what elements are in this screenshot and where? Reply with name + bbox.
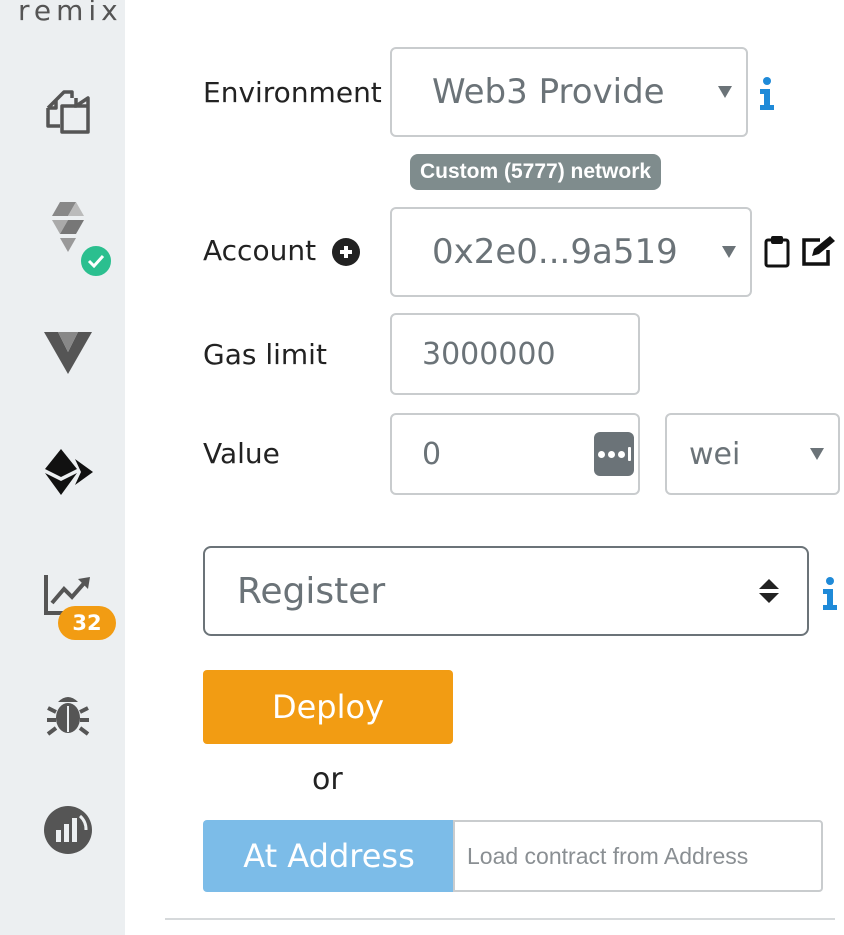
analysis-warning-count: 32	[58, 606, 116, 640]
remix-logo: remix	[18, 0, 123, 27]
settings-icon[interactable]	[40, 918, 96, 935]
gas-profiler-icon[interactable]	[40, 802, 96, 858]
gas-limit-input[interactable]: 3000000	[390, 313, 640, 395]
value-unit-selected: wei	[689, 436, 741, 472]
value-label: Value	[203, 437, 280, 470]
at-address-button[interactable]: At Address	[203, 820, 455, 892]
chevron-down-icon	[722, 246, 736, 258]
contract-selected-value: Register	[237, 570, 386, 612]
vyper-icon[interactable]	[40, 324, 96, 380]
load-address-input[interactable]	[453, 820, 823, 892]
copy-clipboard-icon[interactable]	[763, 234, 791, 268]
account-select[interactable]: 0x2e0...9a519	[390, 207, 752, 297]
file-explorer-icon[interactable]	[40, 84, 96, 140]
contract-select[interactable]: Register	[203, 546, 809, 636]
add-account-icon[interactable]	[332, 238, 360, 266]
environment-select[interactable]: Web3 Provide	[390, 47, 748, 137]
sort-arrows-icon	[759, 579, 779, 603]
edit-icon[interactable]	[800, 234, 836, 268]
icon-sidebar: remix 32	[0, 0, 125, 935]
debugger-icon[interactable]	[40, 686, 96, 742]
account-selected-value: 0x2e0...9a519	[432, 232, 678, 272]
network-badge: Custom (5777) network	[410, 154, 662, 190]
deploy-run-icon[interactable]	[40, 444, 96, 500]
gas-limit-label: Gas limit	[203, 338, 327, 371]
chevron-down-icon	[810, 448, 824, 460]
contract-info-icon[interactable]	[822, 576, 838, 610]
value-unit-select[interactable]: wei	[665, 413, 840, 495]
account-label: Account	[203, 234, 317, 267]
divider	[165, 918, 835, 920]
environment-selected-value: Web3 Provide	[432, 72, 665, 112]
deploy-button[interactable]: Deploy	[203, 670, 453, 744]
chevron-down-icon	[718, 86, 732, 98]
or-separator: or	[312, 762, 343, 797]
compile-success-badge	[78, 243, 114, 279]
environment-info-icon[interactable]	[759, 76, 775, 110]
more-options-icon[interactable]	[594, 432, 634, 476]
environment-label: Environment	[203, 76, 382, 109]
